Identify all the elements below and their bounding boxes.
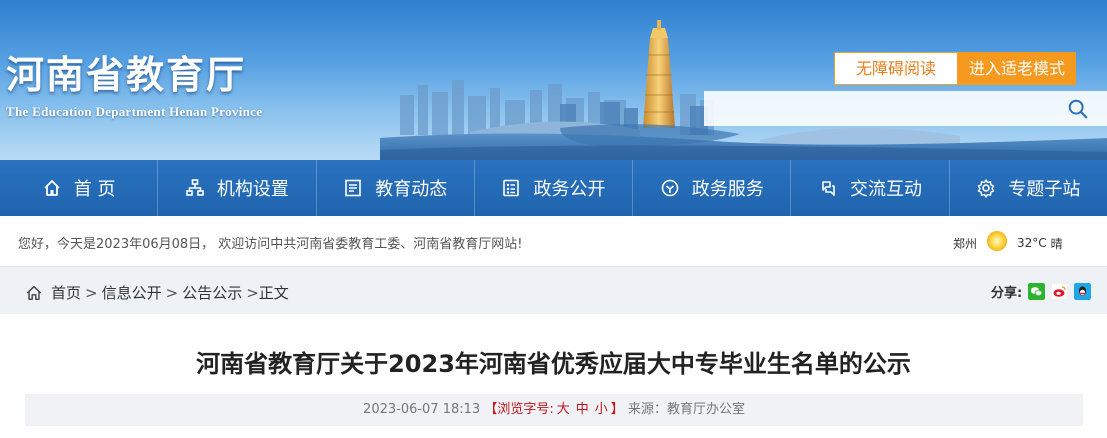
nav-item-government-affairs[interactable]: 政务公开 — [475, 160, 634, 216]
font-size-close: 】 — [610, 402, 624, 417]
gear-icon — [978, 179, 995, 198]
breadcrumb-bar: 首页 > 信息公开 > 公告公示 > 正文 分享: — [0, 272, 1107, 312]
article-date: 2023-06-07 18:13 — [363, 402, 481, 417]
org-chart-icon — [186, 179, 204, 196]
breadcrumb-home[interactable]: 首页 — [51, 282, 81, 303]
nav-item-interaction[interactable]: 交流互动 — [791, 160, 950, 216]
weather-condition: 晴 — [1050, 236, 1063, 251]
weibo-icon[interactable] — [1051, 283, 1069, 300]
breadcrumb-announcements[interactable]: 公告公示 — [182, 282, 242, 303]
wechat-icon[interactable] — [1028, 283, 1046, 300]
search-icon[interactable] — [1067, 98, 1089, 120]
breadcrumb-separator: > — [85, 283, 98, 302]
nav-item-organization[interactable]: 机构设置 — [158, 160, 317, 216]
nav-item-label: 政务公开 — [533, 179, 606, 200]
nav-item-label: 首 页 — [73, 179, 116, 200]
header-banner: 河南省教育厅 The Education Department Henan Pr… — [0, 0, 1107, 160]
weather-city: 郑州 — [953, 236, 978, 251]
site-subtitle: The Education Department Henan Province — [6, 104, 263, 119]
font-size-small[interactable]: 小 — [595, 402, 608, 417]
sun-icon — [987, 231, 1008, 251]
interaction-icon — [822, 181, 835, 196]
nav-item-special-sites[interactable]: 专题子站 — [950, 160, 1107, 216]
nav-item-label: 交流互动 — [850, 179, 923, 200]
elder-mode-button[interactable]: 进入适老模式 — [958, 52, 1076, 85]
welcome-bar: 您好，今天是2023年06月08日， 欢迎访问中共河南省委教育工委、河南省教育厅… — [0, 216, 1107, 267]
font-size-control: 【浏览字号: 大中小】 — [484, 402, 628, 417]
search-box — [704, 91, 1107, 126]
article-meta: 2023-06-07 18:13 【浏览字号: 大中小】 来源：教育厅办公室 — [25, 394, 1083, 426]
font-size-medium[interactable]: 中 — [576, 402, 589, 417]
share-label: 分享: — [991, 286, 1023, 301]
main-nav: 首 页 机构设置 教育动态 政务公开 政务服务 交流互动 专题子站 — [0, 160, 1107, 216]
home-icon — [44, 180, 60, 196]
nav-item-label: 机构设置 — [216, 179, 289, 200]
home-icon[interactable] — [25, 284, 43, 302]
nav-item-label: 教育动态 — [375, 179, 448, 200]
search-input[interactable] — [704, 91, 1054, 126]
welcome-text: 您好，今天是2023年06月08日， 欢迎访问中共河南省委教育工委、河南省教育厅… — [18, 237, 523, 252]
news-icon — [345, 179, 362, 197]
font-size-large[interactable]: 大 — [557, 402, 570, 417]
nav-item-news[interactable]: 教育动态 — [317, 160, 475, 216]
font-size-label: 【浏览字号: — [484, 402, 554, 417]
qq-icon[interactable] — [1074, 283, 1092, 300]
site-title: 河南省教育厅 — [6, 52, 247, 97]
nav-item-label: 政务服务 — [691, 179, 764, 200]
nav-item-government-services[interactable]: 政务服务 — [633, 160, 792, 216]
article-panel: 河南省教育厅关于2023年河南省优秀应届大中专毕业生名单的公示 2023-06-… — [0, 314, 1107, 438]
breadcrumb: 首页 > 信息公开 > 公告公示 > 正文 — [25, 282, 289, 303]
weather-temperature: 32°C — [1017, 236, 1047, 250]
article-title: 河南省教育厅关于2023年河南省优秀应届大中专毕业生名单的公示 — [196, 350, 911, 378]
accessible-reading-button[interactable]: 无障碍阅读 — [834, 52, 958, 85]
breadcrumb-separator: > — [165, 283, 179, 302]
share-bar: 分享: — [991, 282, 1092, 301]
nav-item-home[interactable]: 首 页 — [0, 160, 159, 216]
breadcrumb-info-public[interactable]: 信息公开 — [102, 282, 162, 303]
service-icon — [661, 179, 679, 197]
document-icon — [503, 179, 520, 197]
breadcrumb-current: 正文 — [258, 284, 289, 302]
breadcrumb-separator: > — [246, 283, 259, 302]
nav-item-label: 专题子站 — [1008, 179, 1081, 200]
weather-widget: 郑州 32°C 晴 — [953, 231, 1063, 253]
article-source: 来源：教育厅办公室 — [627, 402, 745, 417]
